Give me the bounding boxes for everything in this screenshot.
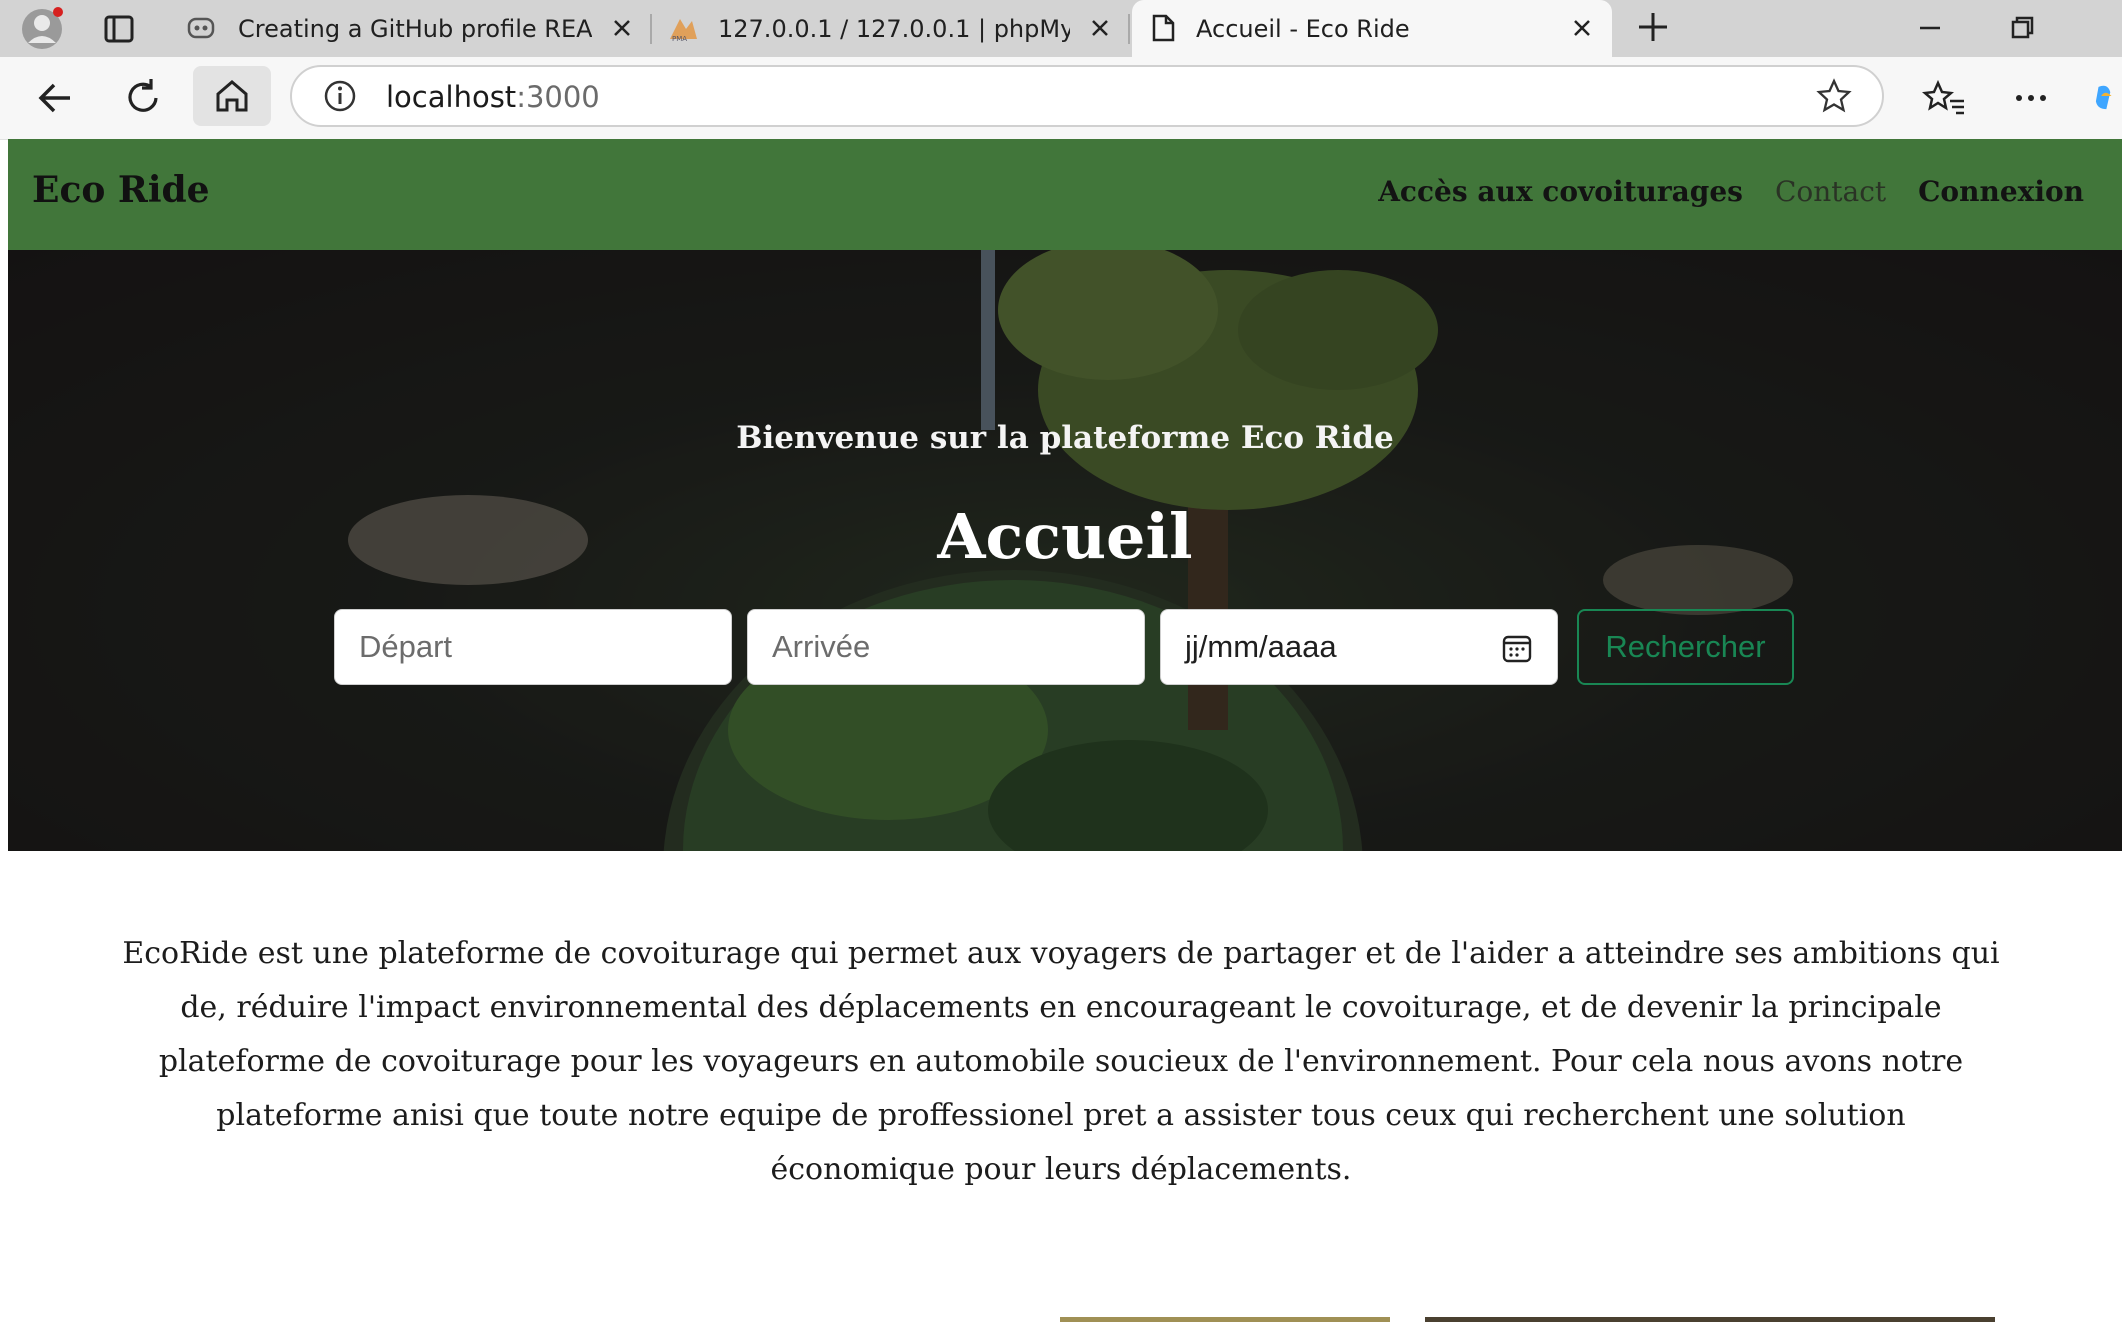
copilot-tab-icon [187,17,215,39]
tab-eco-ride[interactable]: Accueil - Eco Ride [1132,0,1612,57]
brand-logo[interactable]: Eco Ride [32,169,210,211]
restore-icon[interactable] [2002,8,2042,48]
close-tab-icon[interactable] [608,14,636,42]
back-arrow-icon[interactable] [32,75,78,121]
close-tab-icon[interactable] [1086,14,1114,42]
arrival-input[interactable] [747,609,1145,685]
home-button[interactable] [193,66,271,126]
nav-link-carpools[interactable]: Accès aux covoiturages [1378,175,1743,208]
tab-title: Creating a GitHub profile README [238,14,592,43]
home-icon [216,80,248,112]
intro-paragraph: EcoRide est une plateforme de covoiturag… [122,936,2000,1187]
tab-github-readme[interactable]: Creating a GitHub profile README [172,0,652,57]
url-port: :3000 [516,80,600,114]
url-bar[interactable]: localhost:3000 [290,65,1884,127]
favorites-icon[interactable] [1922,75,1968,121]
copilot-icon[interactable] [2092,75,2122,121]
tab-title: Accueil - Eco Ride [1196,14,1410,43]
svg-text:PMA: PMA [672,35,687,43]
hero-welcome-text: Bienvenue sur la plateforme Eco Ride [736,420,1394,456]
tab-title: 127.0.0.1 / 127.0.0.1 | phpMyAdmin [718,14,1070,43]
browser-tab-bar: Creating a GitHub profile README PMA 127… [0,0,2122,57]
page-tab-icon [1152,14,1175,42]
url-text[interactable]: localhost:3000 [386,80,600,114]
hero-title: Accueil [937,500,1193,573]
nav-link-contact[interactable]: Contact [1775,175,1886,208]
hero-banner: Bienvenue sur la plateforme Eco Ride Acc… [8,250,2122,851]
date-input[interactable]: jj/mm/aaaa [1160,609,1558,685]
favorite-star-icon[interactable] [1816,78,1852,114]
url-host: localhost [386,80,517,114]
more-options-icon[interactable] [2008,75,2054,121]
site-navbar: Eco Ride Accès aux covoiturages Contact … [8,139,2122,250]
nav-link-login[interactable]: Connexion [1918,175,2084,208]
site-info-icon[interactable] [322,78,358,114]
image-strip [1060,1317,1390,1322]
profile-avatar-icon[interactable] [20,5,66,51]
search-button[interactable]: Rechercher [1577,609,1794,685]
image-strip [1425,1317,1995,1322]
minimize-icon[interactable] [1910,8,1950,48]
new-tab-icon[interactable] [1634,8,1672,46]
tab-actions-icon[interactable] [100,10,138,48]
tab-phpmyadmin[interactable]: PMA 127.0.0.1 / 127.0.0.1 | phpMyAdmin [652,0,1130,57]
close-tab-icon[interactable] [1568,14,1596,42]
departure-input[interactable] [334,609,732,685]
refresh-icon[interactable] [120,75,166,121]
phpmyadmin-tab-icon: PMA [670,19,697,43]
date-placeholder: jj/mm/aaaa [1185,629,1337,664]
main-nav: Accès aux covoiturages Contact Connexion [1378,175,2084,208]
browser-address-bar: localhost:3000 [0,57,2122,140]
calendar-icon[interactable] [1501,632,1533,664]
